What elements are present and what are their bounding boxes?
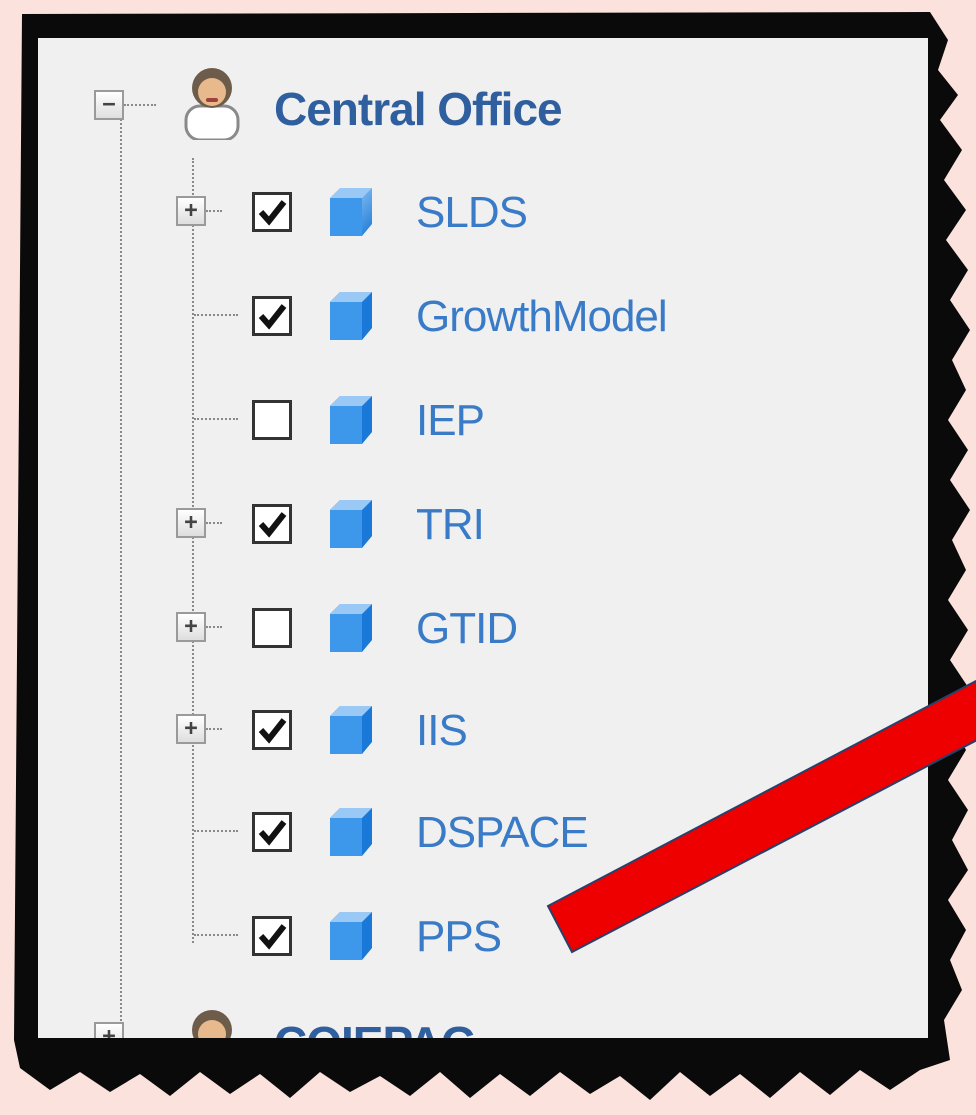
root-label: COIEPAG [274,1016,477,1038]
cube-icon [330,188,372,236]
tree-connector [194,830,238,832]
checkbox-pps[interactable] [252,916,292,956]
check-icon [258,200,287,226]
tree-connector [192,158,194,943]
cube-icon [330,706,372,754]
node-label-gtid: GTID [416,604,518,653]
tree-connector [194,418,238,420]
tree-connector [124,104,156,106]
checkbox-slds[interactable] [252,192,292,232]
checkbox-iep[interactable] [252,400,292,440]
node-label-slds: SLDS [416,188,528,237]
person-icon [192,1010,232,1038]
tree-connector [120,116,122,1038]
check-icon [258,512,287,538]
checkbox-dspace[interactable] [252,812,292,852]
node-label-iep: IEP [416,396,485,445]
check-icon [258,820,287,846]
root-label: Central Office [274,83,563,135]
tree-connector [206,522,222,524]
expand-button[interactable]: + [176,196,206,226]
expand-button[interactable]: + [176,508,206,538]
expand-button[interactable]: + [176,612,206,642]
expand-button[interactable]: + [94,1022,124,1038]
tree-connector [194,314,238,316]
checkbox-tri[interactable] [252,504,292,544]
cube-icon [330,808,372,856]
node-label-pps: PPS [416,912,502,961]
node-label-dspace: DSPACE [416,808,589,857]
check-icon [258,924,287,950]
cube-icon [330,604,372,652]
cube-icon [330,396,372,444]
collapse-button[interactable]: − [94,90,124,120]
person-icon [184,68,240,140]
tree-connector [206,728,222,730]
cube-icon [330,912,372,960]
tree-panel: − Central Office + SLDS GrowthModel IEP … [38,38,928,1038]
check-icon [258,718,287,744]
checkbox-iis[interactable] [252,710,292,750]
node-label-iis: IIS [416,706,468,755]
node-label-growthmodel: GrowthModel [416,292,668,341]
expand-button[interactable]: + [176,714,206,744]
node-label-tri: TRI [416,500,485,549]
check-icon [258,304,287,330]
tree-connector [206,210,222,212]
cube-icon [330,292,372,340]
checkbox-gtid[interactable] [252,608,292,648]
tree-connector [194,934,238,936]
checkbox-growthmodel[interactable] [252,296,292,336]
tree-connector [206,626,222,628]
cube-icon [330,500,372,548]
